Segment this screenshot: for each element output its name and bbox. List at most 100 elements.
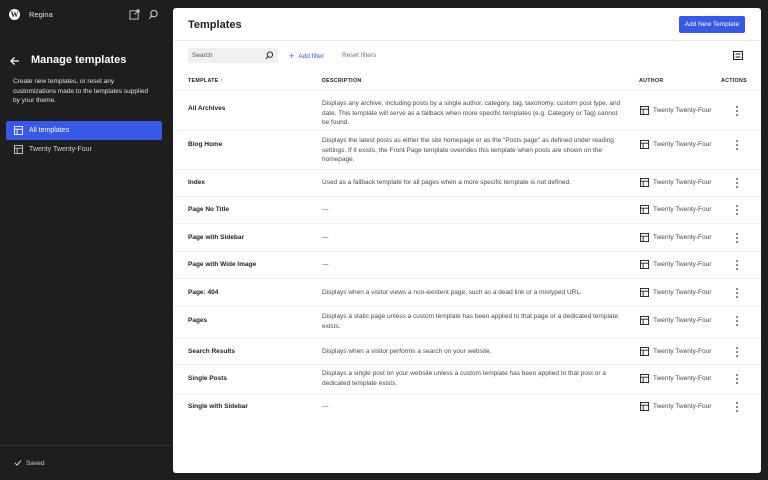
author-label: Twenty Twenty-Four — [653, 107, 712, 114]
template-description: Displays the latest posts as either the … — [322, 137, 614, 164]
back-arrow-icon[interactable] — [9, 55, 21, 67]
more-actions-icon[interactable] — [734, 316, 740, 326]
author-label: Twenty Twenty-Four — [653, 403, 712, 410]
table-row: Index Used as a fallback template for al… — [173, 169, 761, 196]
wordpress-logo-letter: W — [10, 9, 19, 19]
author-label: Twenty Twenty-Four — [653, 234, 712, 241]
more-actions-icon[interactable] — [734, 178, 740, 188]
site-name[interactable]: Regina — [29, 10, 53, 19]
template-author: Twenty Twenty-Four — [640, 106, 711, 115]
table-row: Page No Title — Twenty Twenty-Four — [173, 196, 761, 223]
table-row: Page: 404 Displays when a visitor views … — [173, 278, 761, 306]
add-filter-button[interactable]: + Add filter — [289, 52, 324, 61]
more-actions-icon[interactable] — [734, 347, 740, 357]
sidebar-item-twenty-twenty-four[interactable]: Twenty Twenty-Four — [6, 140, 162, 159]
panel-header: Templates Add New Template — [173, 8, 761, 41]
template-name[interactable]: Page with Sidebar — [188, 234, 244, 241]
template-author: Twenty Twenty-Four — [640, 374, 711, 383]
search-field[interactable] — [188, 48, 278, 63]
table-row: Single with Sidebar — Twenty Twenty-Four — [173, 394, 761, 424]
template-name[interactable]: Pages — [188, 317, 207, 324]
template-name[interactable]: Page: 404 — [188, 289, 218, 296]
template-name[interactable]: Single Posts — [188, 375, 227, 382]
more-actions-icon[interactable] — [734, 288, 740, 298]
table-row: Search Results Displays when a visitor p… — [173, 338, 761, 364]
template-author: Twenty Twenty-Four — [640, 178, 711, 187]
saved-label: Saved — [26, 459, 45, 467]
more-actions-icon[interactable] — [734, 402, 740, 412]
layout-icon — [640, 374, 649, 383]
sidebar-item-label: Twenty Twenty-Four — [29, 146, 92, 153]
template-description: Displays a static page unless a custom t… — [322, 313, 618, 330]
layout-icon — [14, 145, 23, 154]
more-actions-icon[interactable] — [734, 140, 740, 150]
author-label: Twenty Twenty-Four — [653, 141, 712, 148]
top-bar: W Regina — [0, 0, 173, 30]
search-input[interactable] — [192, 48, 264, 63]
table-row: Single Posts Displays a single post on y… — [173, 364, 761, 394]
layout-icon — [640, 106, 649, 115]
author-label: Twenty Twenty-Four — [653, 206, 712, 213]
layout-icon — [640, 260, 649, 269]
column-header-template[interactable]: TEMPLATE ↑ — [188, 78, 223, 84]
template-name[interactable]: Search Results — [188, 348, 235, 355]
more-actions-icon[interactable] — [734, 205, 740, 215]
template-author: Twenty Twenty-Four — [640, 316, 711, 325]
layout-icon — [640, 205, 649, 214]
template-name[interactable]: All Archives — [188, 105, 225, 112]
check-icon — [14, 460, 22, 467]
view-options-icon[interactable] — [733, 51, 743, 60]
template-name[interactable]: Page No Title — [188, 206, 229, 213]
layout-icon — [640, 140, 649, 149]
template-author: Twenty Twenty-Four — [640, 402, 711, 411]
more-actions-icon[interactable] — [734, 374, 740, 384]
table-row: Blog Home Displays the latest posts as e… — [173, 130, 761, 169]
templates-panel: Templates Add New Template + Add filter … — [173, 8, 761, 473]
column-header-description[interactable]: DESCRIPTION — [322, 78, 362, 84]
template-author: Twenty Twenty-Four — [640, 205, 711, 214]
template-description: — — [322, 403, 329, 410]
table-row: Page with Sidebar — Twenty Twenty-Four — [173, 223, 761, 251]
external-view-icon[interactable] — [129, 9, 140, 20]
template-name[interactable]: Blog Home — [188, 141, 222, 148]
layout-icon — [640, 233, 649, 242]
template-description: Displays when a visitor performs a searc… — [322, 348, 492, 355]
template-description: — — [322, 206, 329, 213]
template-description: Displays a single post on your website u… — [322, 370, 606, 387]
template-description: Displays when a visitor views a non-exis… — [322, 289, 582, 296]
column-header-actions: ACTIONS — [721, 78, 747, 84]
layout-icon — [640, 402, 649, 411]
column-header-author[interactable]: AUTHOR — [639, 78, 663, 84]
more-actions-icon[interactable] — [734, 106, 740, 116]
sidebar-title: Manage templates — [31, 54, 127, 66]
template-author: Twenty Twenty-Four — [640, 260, 711, 269]
reset-filters-button[interactable]: Reset filters — [342, 52, 376, 59]
template-author: Twenty Twenty-Four — [640, 347, 711, 356]
author-label: Twenty Twenty-Four — [653, 375, 712, 382]
template-author: Twenty Twenty-Four — [640, 140, 711, 149]
template-name[interactable]: Page with Wide Image — [188, 261, 256, 268]
page-title: Templates — [188, 19, 242, 31]
author-label: Twenty Twenty-Four — [653, 348, 712, 355]
layout-icon — [640, 316, 649, 325]
layout-icon — [640, 347, 649, 356]
sidebar-description: Create new templates, or reset any custo… — [13, 78, 149, 105]
template-author: Twenty Twenty-Four — [640, 233, 711, 242]
template-name[interactable]: Single with Sidebar — [188, 403, 248, 410]
sidebar-item-all-templates[interactable]: All templates — [6, 121, 162, 140]
table-row: Pages Displays a static page unless a cu… — [173, 306, 761, 338]
search-icon[interactable] — [148, 9, 159, 20]
template-author: Twenty Twenty-Four — [640, 288, 711, 297]
table-row: All Archives Displays any archive, inclu… — [173, 90, 761, 130]
template-description: Used as a fallback template for all page… — [322, 179, 571, 186]
template-description: — — [322, 261, 329, 268]
sidebar-divider — [0, 445, 173, 446]
template-description: Displays any archive, including posts by… — [322, 100, 621, 127]
layout-icon — [640, 288, 649, 297]
wordpress-logo-icon[interactable]: W — [9, 9, 20, 20]
more-actions-icon[interactable] — [734, 233, 740, 243]
add-new-template-button[interactable]: Add New Template — [679, 16, 745, 33]
author-label: Twenty Twenty-Four — [653, 179, 712, 186]
template-name[interactable]: Index — [188, 179, 205, 186]
more-actions-icon[interactable] — [734, 260, 740, 270]
